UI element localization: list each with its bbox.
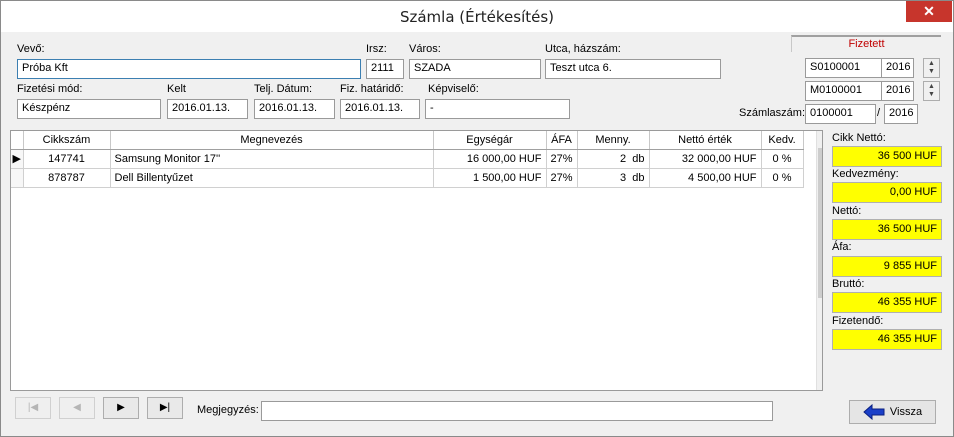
window-title: Számla (Értékesítés)	[399, 8, 555, 26]
scroll-thumb[interactable]	[818, 148, 822, 298]
cell-netto[interactable]: 32 000,00 HUF	[649, 149, 762, 169]
cell-kedv[interactable]: 0 %	[761, 149, 804, 169]
telj-label: Telj. Dátum:	[254, 83, 313, 95]
series2-code-field[interactable]: M0100001	[805, 81, 882, 101]
nav-last-button[interactable]: ▶|	[147, 397, 183, 419]
cell-cikkszam[interactable]: 147741	[23, 149, 111, 169]
szamlaszam-year-field[interactable]: 2016	[884, 104, 918, 124]
brutto-value: 46 355 HUF	[832, 292, 942, 313]
kepviselo-label: Képviselő:	[428, 83, 479, 95]
items-grid[interactable]: Cikkszám Megnevezés Egységár ÁFA Menny. …	[10, 130, 823, 391]
cell-menny-value: 3	[620, 171, 627, 184]
irsz-label: Irsz:	[366, 43, 387, 55]
cell-menny[interactable]: 2 db	[577, 149, 650, 169]
table-row[interactable]: 878787 Dell Billentyűzet 1 500,00 HUF 27…	[11, 168, 804, 188]
varos-field[interactable]: SZADA	[409, 59, 541, 79]
cell-afa[interactable]: 27%	[546, 168, 578, 188]
varos-label: Város:	[409, 43, 441, 55]
cell-afa[interactable]: 27%	[546, 149, 578, 169]
col-netto[interactable]: Nettó érték	[649, 131, 762, 150]
telj-field[interactable]: 2016.01.13.	[254, 99, 335, 119]
vevo-label: Vevő:	[17, 43, 45, 55]
scroll-up-icon[interactable]: ▲	[817, 131, 823, 148]
cell-menny-value: 2	[620, 152, 627, 165]
series1-spinner[interactable]: ▲ ▼	[923, 58, 940, 78]
col-egysegar[interactable]: Egységár	[433, 131, 547, 150]
szamlaszam-label: Számlaszám:	[739, 107, 806, 119]
vevo-field[interactable]: Próba Kft	[17, 59, 361, 79]
row-indicator	[11, 168, 24, 188]
netto-value: 36 500 HUF	[832, 219, 942, 240]
col-menny[interactable]: Menny.	[577, 131, 650, 150]
cell-menny[interactable]: 3 db	[577, 168, 650, 188]
cikk-netto-label: Cikk Nettó:	[832, 132, 886, 144]
col-megnevezes[interactable]: Megnevezés	[110, 131, 434, 150]
current-row-arrow-icon: ▶	[11, 149, 24, 169]
col-kedv[interactable]: Kedv.	[761, 131, 804, 150]
utca-label: Utca, házszám:	[545, 43, 621, 55]
brutto-label: Bruttó:	[832, 278, 865, 290]
grid-vertical-scrollbar[interactable]: ▲ ▼	[816, 131, 823, 390]
utca-field[interactable]: Teszt utca 6.	[545, 59, 721, 79]
series2-spinner[interactable]: ▲ ▼	[923, 81, 940, 101]
close-button[interactable]: ✕	[906, 1, 952, 22]
kelt-label: Kelt	[167, 83, 186, 95]
megjegyzes-label: Megjegyzés:	[197, 404, 259, 416]
grid-header-row: Cikkszám Megnevezés Egységár ÁFA Menny. …	[11, 131, 804, 150]
series2-year-field[interactable]: 2016	[881, 81, 914, 101]
fizmod-field[interactable]: Készpénz	[17, 99, 161, 119]
cell-megnevezes[interactable]: Samsung Monitor 17''	[110, 149, 434, 169]
cell-menny-unit: db	[632, 152, 645, 165]
table-row[interactable]: ▶ 147741 Samsung Monitor 17'' 16 000,00 …	[11, 149, 804, 169]
nav-prev-button[interactable]: ◀	[59, 397, 95, 419]
series1-code-field[interactable]: S0100001	[805, 58, 882, 78]
irsz-field[interactable]: 2111	[366, 59, 404, 79]
row-indicator-header	[11, 131, 24, 150]
kedvezmeny-value: 0,00 HUF	[832, 182, 942, 203]
chevron-down-icon[interactable]: ▼	[928, 91, 935, 99]
title-bar: Számla (Értékesítés) ✕	[1, 1, 953, 32]
nav-next-button[interactable]: ▶	[103, 397, 139, 419]
kedvezmeny-label: Kedvezmény:	[832, 168, 899, 180]
cell-menny-unit: db	[632, 171, 645, 184]
cell-egysegar[interactable]: 1 500,00 HUF	[433, 168, 547, 188]
kepviselo-field[interactable]: -	[425, 99, 570, 119]
szamlaszam-field[interactable]: 0100001	[805, 104, 876, 124]
back-button-label: Vissza	[889, 406, 923, 418]
items-table: Cikkszám Megnevezés Egységár ÁFA Menny. …	[11, 131, 804, 188]
series1-year-field[interactable]: 2016	[881, 58, 914, 78]
nav-first-button[interactable]: |◀	[15, 397, 51, 419]
chevron-up-icon[interactable]: ▲	[928, 60, 935, 68]
status-badge: Fizetett	[791, 35, 941, 52]
col-afa[interactable]: ÁFA	[546, 131, 578, 150]
invoice-window: Számla (Értékesítés) ✕ Vevő: Próba Kft I…	[0, 0, 954, 437]
chevron-up-icon[interactable]: ▲	[928, 83, 935, 91]
afa-label: Áfa:	[832, 241, 852, 253]
arrow-left-icon	[863, 404, 885, 420]
cikk-netto-value: 36 500 HUF	[832, 146, 942, 167]
cell-cikkszam[interactable]: 878787	[23, 168, 111, 188]
netto-label: Nettó:	[832, 205, 862, 217]
cell-egysegar[interactable]: 16 000,00 HUF	[433, 149, 547, 169]
cell-megnevezes[interactable]: Dell Billentyűzet	[110, 168, 434, 188]
hatarido-label: Fiz. határidő:	[340, 83, 404, 95]
afa-value: 9 855 HUF	[832, 256, 942, 277]
fizetendo-value: 46 355 HUF	[832, 329, 942, 350]
back-button[interactable]: Vissza	[849, 400, 936, 424]
scroll-down-icon[interactable]: ▼	[817, 373, 823, 390]
szamlaszam-slash: /	[877, 107, 881, 119]
kelt-field[interactable]: 2016.01.13.	[167, 99, 248, 119]
fizetendo-label: Fizetendő:	[832, 315, 884, 327]
chevron-down-icon[interactable]: ▼	[928, 68, 935, 76]
cell-netto[interactable]: 4 500,00 HUF	[649, 168, 762, 188]
fizmod-label: Fizetési mód:	[17, 83, 83, 95]
col-cikkszam[interactable]: Cikkszám	[23, 131, 111, 150]
megjegyzes-field[interactable]	[261, 401, 773, 421]
hatarido-field[interactable]: 2016.01.13.	[340, 99, 420, 119]
cell-kedv[interactable]: 0 %	[761, 168, 804, 188]
